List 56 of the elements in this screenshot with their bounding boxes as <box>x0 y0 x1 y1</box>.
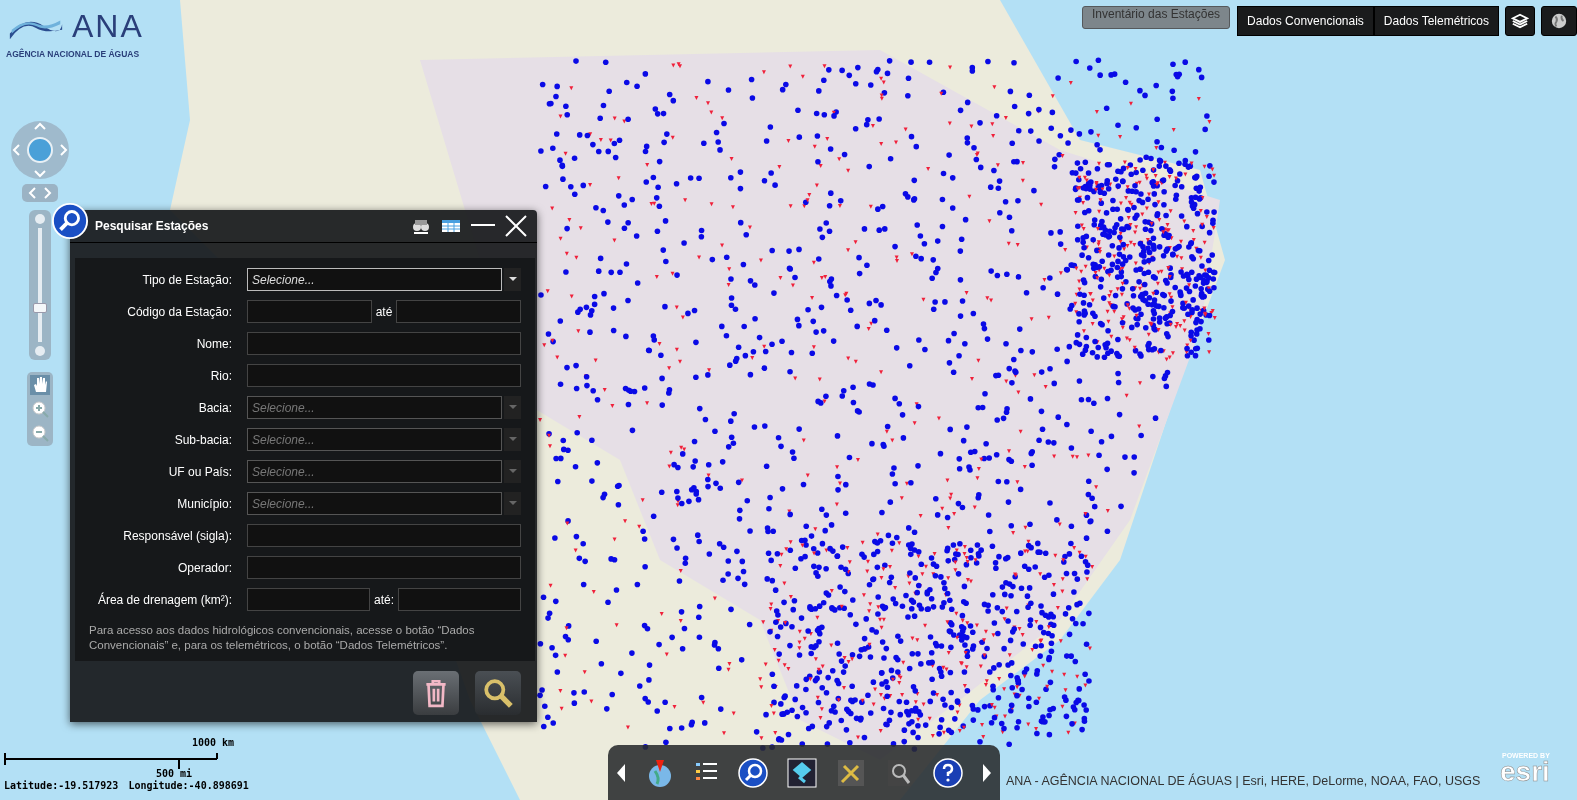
latitude-readout: Latitude:-19.517923 <box>4 780 119 791</box>
panel-title: Pesquisar Estações <box>95 219 210 233</box>
minimize-icon[interactable] <box>471 224 495 228</box>
prev-next-extent-icon[interactable] <box>22 184 58 202</box>
left-arrow-icon[interactable] <box>616 762 626 783</box>
help-icon[interactable] <box>933 757 964 788</box>
zoom-out-tool-icon[interactable] <box>30 423 50 443</box>
field-label: Código da Estação: <box>126 304 232 319</box>
field-label: Sub-bacia: <box>173 432 232 447</box>
caret-icon[interactable] <box>504 268 521 291</box>
field-label: Responsável (sigla): <box>122 528 232 543</box>
input-field[interactable] <box>247 556 521 579</box>
input-field[interactable] <box>247 588 370 611</box>
input-field[interactable] <box>247 300 372 323</box>
field-label: Nome: <box>195 336 232 351</box>
field-label: Tipo de Estação: <box>141 272 232 287</box>
pan-control-icon[interactable] <box>10 120 70 180</box>
input-field[interactable] <box>247 364 521 387</box>
zoom-slider[interactable] <box>29 210 51 360</box>
data-button[interactable]: Dados Convencionais <box>1237 6 1374 36</box>
table-icon[interactable] <box>441 218 461 234</box>
logo-subtitle: AGÊNCIA NACIONAL DE ÁGUAS <box>6 49 141 59</box>
logo-name: ANA <box>72 8 144 45</box>
field-label: Bacia: <box>197 400 232 415</box>
close-icon[interactable] <box>505 215 527 237</box>
esri-wordmark: esri <box>1500 759 1550 785</box>
trash-icon[interactable] <box>413 670 459 715</box>
input-field[interactable] <box>396 300 521 323</box>
data-button[interactable]: Inventário das Estações <box>1082 6 1231 29</box>
input-field[interactable] <box>247 332 521 355</box>
field-label: Rio: <box>209 368 232 383</box>
search-icon[interactable] <box>475 670 521 715</box>
scale-bar-icon <box>4 753 218 769</box>
right-arrow-icon[interactable] <box>982 762 992 783</box>
help-note: Para acesso aos dados hidrológicos convencionais, acesse o botão “Dados Convencionais” e, para os telemétricos, o botão “Dados Telemétricos”. <box>89 623 476 653</box>
zoom-in-tool-icon[interactable] <box>30 399 50 419</box>
search-icon[interactable] <box>738 757 769 788</box>
input-field[interactable] <box>247 524 521 547</box>
range-separator: até: <box>374 592 394 607</box>
data-button[interactable]: Dados Telemétricos <box>1373 6 1499 36</box>
layers-icon[interactable] <box>1505 6 1535 36</box>
longitude-readout: Longitude:-40.898691 <box>128 780 249 791</box>
field-label: Área de drenagem (km²): <box>96 592 232 607</box>
field-label: Município: <box>176 496 232 511</box>
range-separator: até <box>375 304 393 319</box>
map-attribution: ANA - AGÊNCIA NACIONAL DE ÁGUAS | Esri, HERE, DeLorme, NOAA, FAO, USGS <box>1006 774 1481 788</box>
zoom-slider-thumb[interactable] <box>33 302 47 313</box>
zoom-out-icon[interactable] <box>35 346 45 356</box>
field-label: UF ou País: <box>167 464 232 479</box>
hand-pan-icon[interactable] <box>30 375 50 395</box>
globe-icon[interactable] <box>1541 6 1577 36</box>
zoom-in-icon[interactable] <box>35 214 45 224</box>
input-field[interactable] <box>398 588 521 611</box>
scale-label: 500 mi <box>156 768 193 779</box>
scale-label: 1000 km <box>192 737 235 748</box>
field-label: Operador: <box>176 560 232 575</box>
